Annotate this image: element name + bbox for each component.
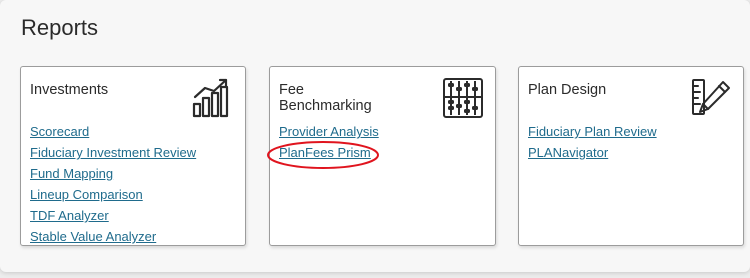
link-scorecard[interactable]: Scorecard <box>30 124 89 139</box>
fee-benchmarking-links: Provider Analysis PlanFees Prism <box>279 123 379 165</box>
investments-links: Scorecard Fiduciary Investment Review Fu… <box>30 123 196 249</box>
list-item: PlanFees Prism <box>279 144 379 165</box>
card-plan-design: Plan Design Fiduciary Plan Review PLANav… <box>518 66 744 246</box>
list-item: Provider Analysis <box>279 123 379 144</box>
link-tdf-analyzer[interactable]: TDF Analyzer <box>30 208 109 223</box>
link-fiduciary-investment-review[interactable]: Fiduciary Investment Review <box>30 145 196 160</box>
list-item: Stable Value Analyzer <box>30 228 196 249</box>
card-fee-benchmarking: Fee Benchmarking Provider Analysis PlanF… <box>269 66 496 246</box>
link-planavigator[interactable]: PLANavigator <box>528 145 608 160</box>
card-title-plan-design: Plan Design <box>528 82 607 98</box>
link-lineup-comparison[interactable]: Lineup Comparison <box>30 187 143 202</box>
card-investments: Investments Scorecard Fiduciary Investme… <box>20 66 246 246</box>
page-title: Reports <box>21 15 99 40</box>
list-item: PLANavigator <box>528 144 657 165</box>
card-title-fee-benchmarking: Fee Benchmarking <box>279 82 372 114</box>
link-planfees-prism[interactable]: PlanFees Prism <box>279 145 371 160</box>
link-provider-analysis[interactable]: Provider Analysis <box>279 124 379 139</box>
list-item: Fiduciary Investment Review <box>30 144 196 165</box>
list-item: TDF Analyzer <box>30 207 196 228</box>
list-item: Fund Mapping <box>30 165 196 186</box>
abacus-icon <box>442 77 484 119</box>
plan-design-links: Fiduciary Plan Review PLANavigator <box>528 123 657 165</box>
list-item: Fiduciary Plan Review <box>528 123 657 144</box>
reports-panel: Reports Investments Scorecard Fiduciary … <box>0 0 750 272</box>
link-fund-mapping[interactable]: Fund Mapping <box>30 166 113 181</box>
list-item: Scorecard <box>30 123 196 144</box>
pencil-ruler-icon <box>690 77 732 119</box>
link-stable-value-analyzer[interactable]: Stable Value Analyzer <box>30 229 156 244</box>
card-title-investments: Investments <box>30 82 109 98</box>
bar-chart-icon <box>192 77 234 119</box>
list-item: Lineup Comparison <box>30 186 196 207</box>
link-fiduciary-plan-review[interactable]: Fiduciary Plan Review <box>528 124 657 139</box>
